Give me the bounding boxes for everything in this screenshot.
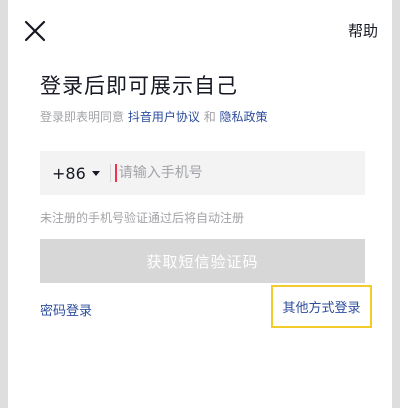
agreement-conjunction: 和 [203,110,216,124]
phone-number-input[interactable] [118,165,339,181]
page-title: 登录后即可展示自己 [40,74,238,98]
close-button[interactable] [22,18,48,44]
input-divider [109,164,111,182]
phone-input-box: +86 [40,151,365,195]
left-edge [0,0,8,408]
user-agreement-link[interactable]: 抖音用户协议 [128,110,200,124]
country-code-selector[interactable]: +86 [52,164,100,183]
country-code-label: +86 [52,163,86,183]
help-link[interactable]: 帮助 [348,20,378,41]
close-icon [24,20,46,42]
login-screen: 帮助 登录后即可展示自己 登录即表明同意 抖音用户协议 和 隐私政策 +86 未… [0,0,400,408]
text-cursor [114,164,117,182]
auto-register-hint: 未注册的手机号验证通过后将自动注册 [40,211,245,225]
caret-down-icon [91,171,100,176]
privacy-policy-link[interactable]: 隐私政策 [220,110,268,124]
right-edge [392,0,400,408]
password-login-link[interactable]: 密码登录 [40,300,92,319]
other-login-methods-link[interactable]: 其他方式登录 [271,285,372,328]
agreement-text: 登录即表明同意 抖音用户协议 和 隐私政策 [40,108,268,125]
get-sms-code-button[interactable]: 获取短信验证码 [40,239,365,283]
agreement-prefix: 登录即表明同意 [40,110,125,124]
